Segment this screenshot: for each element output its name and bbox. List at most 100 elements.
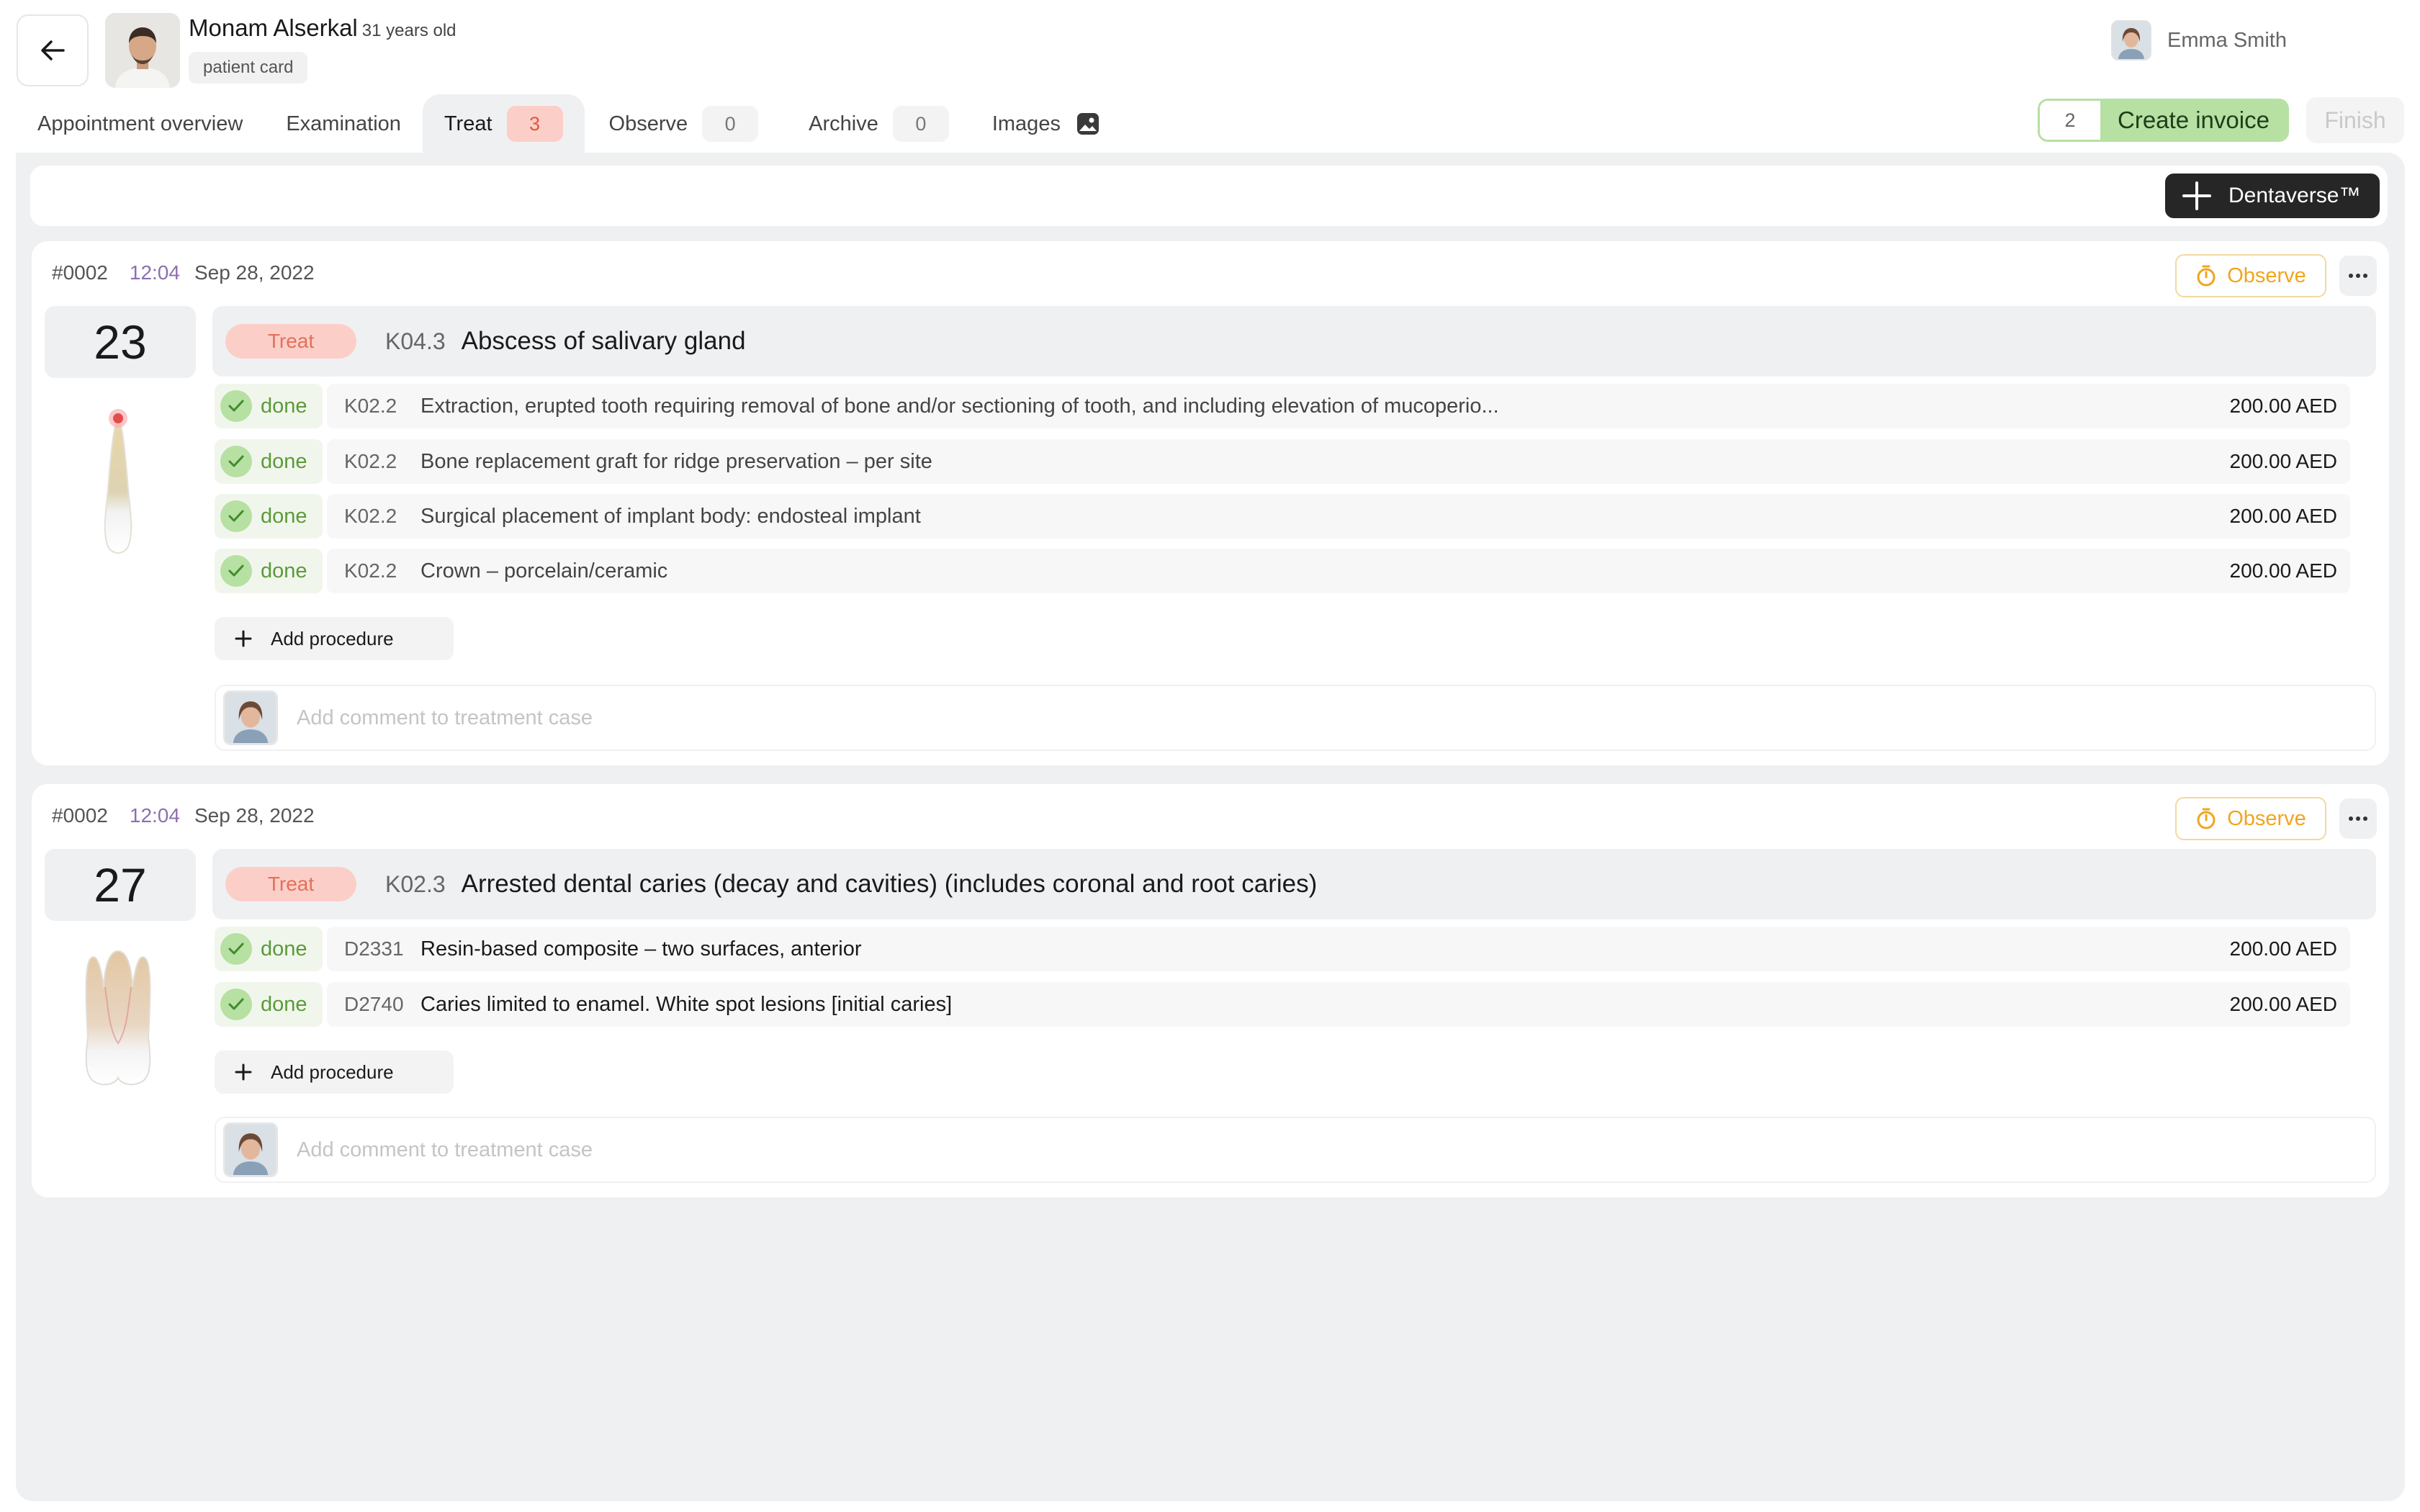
procedure-description: Resin-based composite – two surfaces, an… (420, 937, 862, 960)
done-status[interactable]: done (215, 927, 323, 971)
tab-archive[interactable]: Archive 0 (787, 94, 971, 153)
tab-treat[interactable]: Treat 3 (422, 94, 585, 153)
procedure-body: K02.2 Extraction, erupted tooth requiring… (327, 384, 2350, 428)
dentaverse-label: Dentaverse™ (2228, 184, 2361, 207)
observe-button[interactable]: Observe (2175, 254, 2326, 297)
done-label: done (261, 937, 307, 960)
tab-count-badge: 0 (702, 106, 759, 142)
check-icon (220, 500, 252, 532)
add-procedure-button[interactable]: Add procedure (215, 617, 454, 660)
procedure-row[interactable]: done D2331 Resin-based composite – two su… (215, 927, 2350, 971)
tab-label: Treat (444, 112, 492, 135)
comment-placeholder: Add comment to treatment case (297, 1138, 593, 1161)
procedure-price: 200.00 AED (2229, 559, 2337, 582)
create-invoice-button[interactable]: 2 Create invoice (2038, 99, 2289, 142)
patient-name-line: Monam Alserkal 31 years old (189, 14, 456, 42)
dentaverse-button[interactable]: Dentaverse™ (2165, 174, 2380, 218)
treat-status-pill: Treat (225, 867, 356, 901)
user-name: Emma Smith (2167, 28, 2287, 52)
tab-count-badge: 0 (892, 106, 949, 142)
plus-icon (235, 630, 252, 647)
done-status[interactable]: done (215, 549, 323, 593)
case-time: 12:04 (129, 261, 180, 284)
done-status[interactable]: done (215, 384, 323, 428)
tab-label: Examination (286, 112, 401, 135)
add-procedure-button[interactable]: Add procedure (215, 1050, 454, 1094)
tab-label: Observe (608, 112, 688, 135)
observe-label: Observe (2227, 806, 2306, 830)
page: { "header": { "patient_name": "Monam Als… (0, 0, 2420, 1512)
finish-button[interactable]: Finish (2306, 97, 2404, 143)
procedure-price: 200.00 AED (2229, 450, 2337, 472)
procedure-row[interactable]: done K02.2 Surgical placement of implant … (215, 494, 2350, 539)
patient-age: 31 years old (361, 21, 456, 40)
procedure-price: 200.00 AED (2229, 505, 2337, 527)
procedure-description: Crown – porcelain/ceramic (420, 559, 668, 582)
more-horizontal-icon (2349, 274, 2367, 278)
stopwatch-icon (2197, 808, 2216, 829)
check-icon (220, 933, 252, 965)
back-button[interactable] (17, 14, 89, 86)
diagnosis-row[interactable]: Treat K02.3 Arrested dental caries (deca… (212, 849, 2376, 919)
procedure-price: 200.00 AED (2229, 395, 2337, 417)
done-status[interactable]: done (215, 439, 323, 484)
tooth-molar-icon (85, 950, 151, 1086)
done-status[interactable]: done (215, 982, 323, 1027)
procedure-body: D2331 Resin-based composite – two surface… (327, 927, 2350, 971)
case-id: #0002 (52, 261, 108, 284)
treatment-case-card: #0002 12:04 Sep 28, 2022 Observe 23 Trea… (32, 241, 2389, 765)
done-status[interactable]: done (215, 494, 323, 539)
tab-appointment-overview[interactable]: Appointment overview (16, 94, 264, 153)
more-options-button[interactable] (2339, 798, 2377, 839)
image-icon (1076, 113, 1099, 135)
tab-label: Archive (809, 112, 878, 135)
tab-label: Appointment overview (37, 112, 243, 135)
tab-images[interactable]: Images (971, 94, 1121, 153)
check-icon (220, 390, 252, 422)
observe-button[interactable]: Observe (2175, 797, 2326, 840)
case-date: Sep 28, 2022 (194, 804, 315, 827)
procedure-body: D2740 Caries limited to enamel. White spo… (327, 982, 2350, 1027)
procedure-row[interactable]: done D2740 Caries limited to enamel. Whit… (215, 982, 2350, 1027)
procedure-row[interactable]: done K02.2 Crown – porcelain/ceramic 200.0… (215, 549, 2350, 593)
diagnosis-title: Abscess of salivary gland (461, 327, 746, 355)
procedure-description: Extraction, erupted tooth requiring remo… (420, 394, 1499, 418)
procedure-code: K02.2 (344, 505, 397, 527)
diagnosis-row[interactable]: Treat K04.3 Abscess of salivary gland (212, 306, 2376, 377)
diagnosis-code: K04.3 (385, 328, 446, 354)
sparkle-icon (2182, 181, 2211, 210)
procedure-row[interactable]: done K02.2 Extraction, erupted tooth requ… (215, 384, 2350, 428)
comment-placeholder: Add comment to treatment case (297, 706, 593, 729)
procedure-description: Bone replacement graft for ridge preserv… (420, 449, 932, 473)
procedure-code: K02.2 (344, 395, 397, 417)
patient-avatar (105, 13, 180, 88)
procedure-code: D2331 (344, 937, 404, 960)
tab-observe[interactable]: Observe 0 (588, 94, 781, 153)
procedure-description: Surgical placement of implant body: endo… (420, 504, 921, 528)
check-icon (220, 989, 252, 1020)
patient-name: Monam Alserkal (189, 14, 358, 41)
more-options-button[interactable] (2339, 256, 2377, 296)
patient-card-badge[interactable]: patient card (189, 52, 308, 84)
add-procedure-label: Add procedure (271, 1061, 394, 1083)
procedure-body: K02.2 Surgical placement of implant body:… (327, 494, 2350, 539)
treatment-case-card: #0002 12:04 Sep 28, 2022 Observe 27 Trea… (32, 784, 2389, 1197)
procedure-row[interactable]: done K02.2 Bone replacement graft for rid… (215, 439, 2350, 484)
procedure-price: 200.00 AED (2229, 993, 2337, 1015)
user-avatar (223, 1122, 278, 1177)
procedure-code: K02.2 (344, 450, 397, 472)
create-invoice-label: Create invoice (2100, 101, 2287, 140)
comment-input[interactable]: Add comment to treatment case (215, 1117, 2376, 1183)
done-label: done (261, 992, 307, 1016)
tab-count-badge: 3 (506, 106, 563, 142)
tab-examination[interactable]: Examination (264, 94, 423, 153)
case-header: #0002 12:04 Sep 28, 2022 (52, 804, 315, 827)
arrow-left-icon (41, 40, 65, 60)
check-icon (220, 555, 252, 587)
case-time: 12:04 (129, 804, 180, 827)
treat-status-pill: Treat (225, 324, 356, 359)
procedure-body: K02.2 Crown – porcelain/ceramic 200.00 AED (327, 549, 2350, 593)
user-menu[interactable]: Emma Smith (2111, 20, 2287, 60)
comment-input[interactable]: Add comment to treatment case (215, 685, 2376, 751)
procedure-description: Caries limited to enamel. White spot les… (420, 992, 953, 1016)
